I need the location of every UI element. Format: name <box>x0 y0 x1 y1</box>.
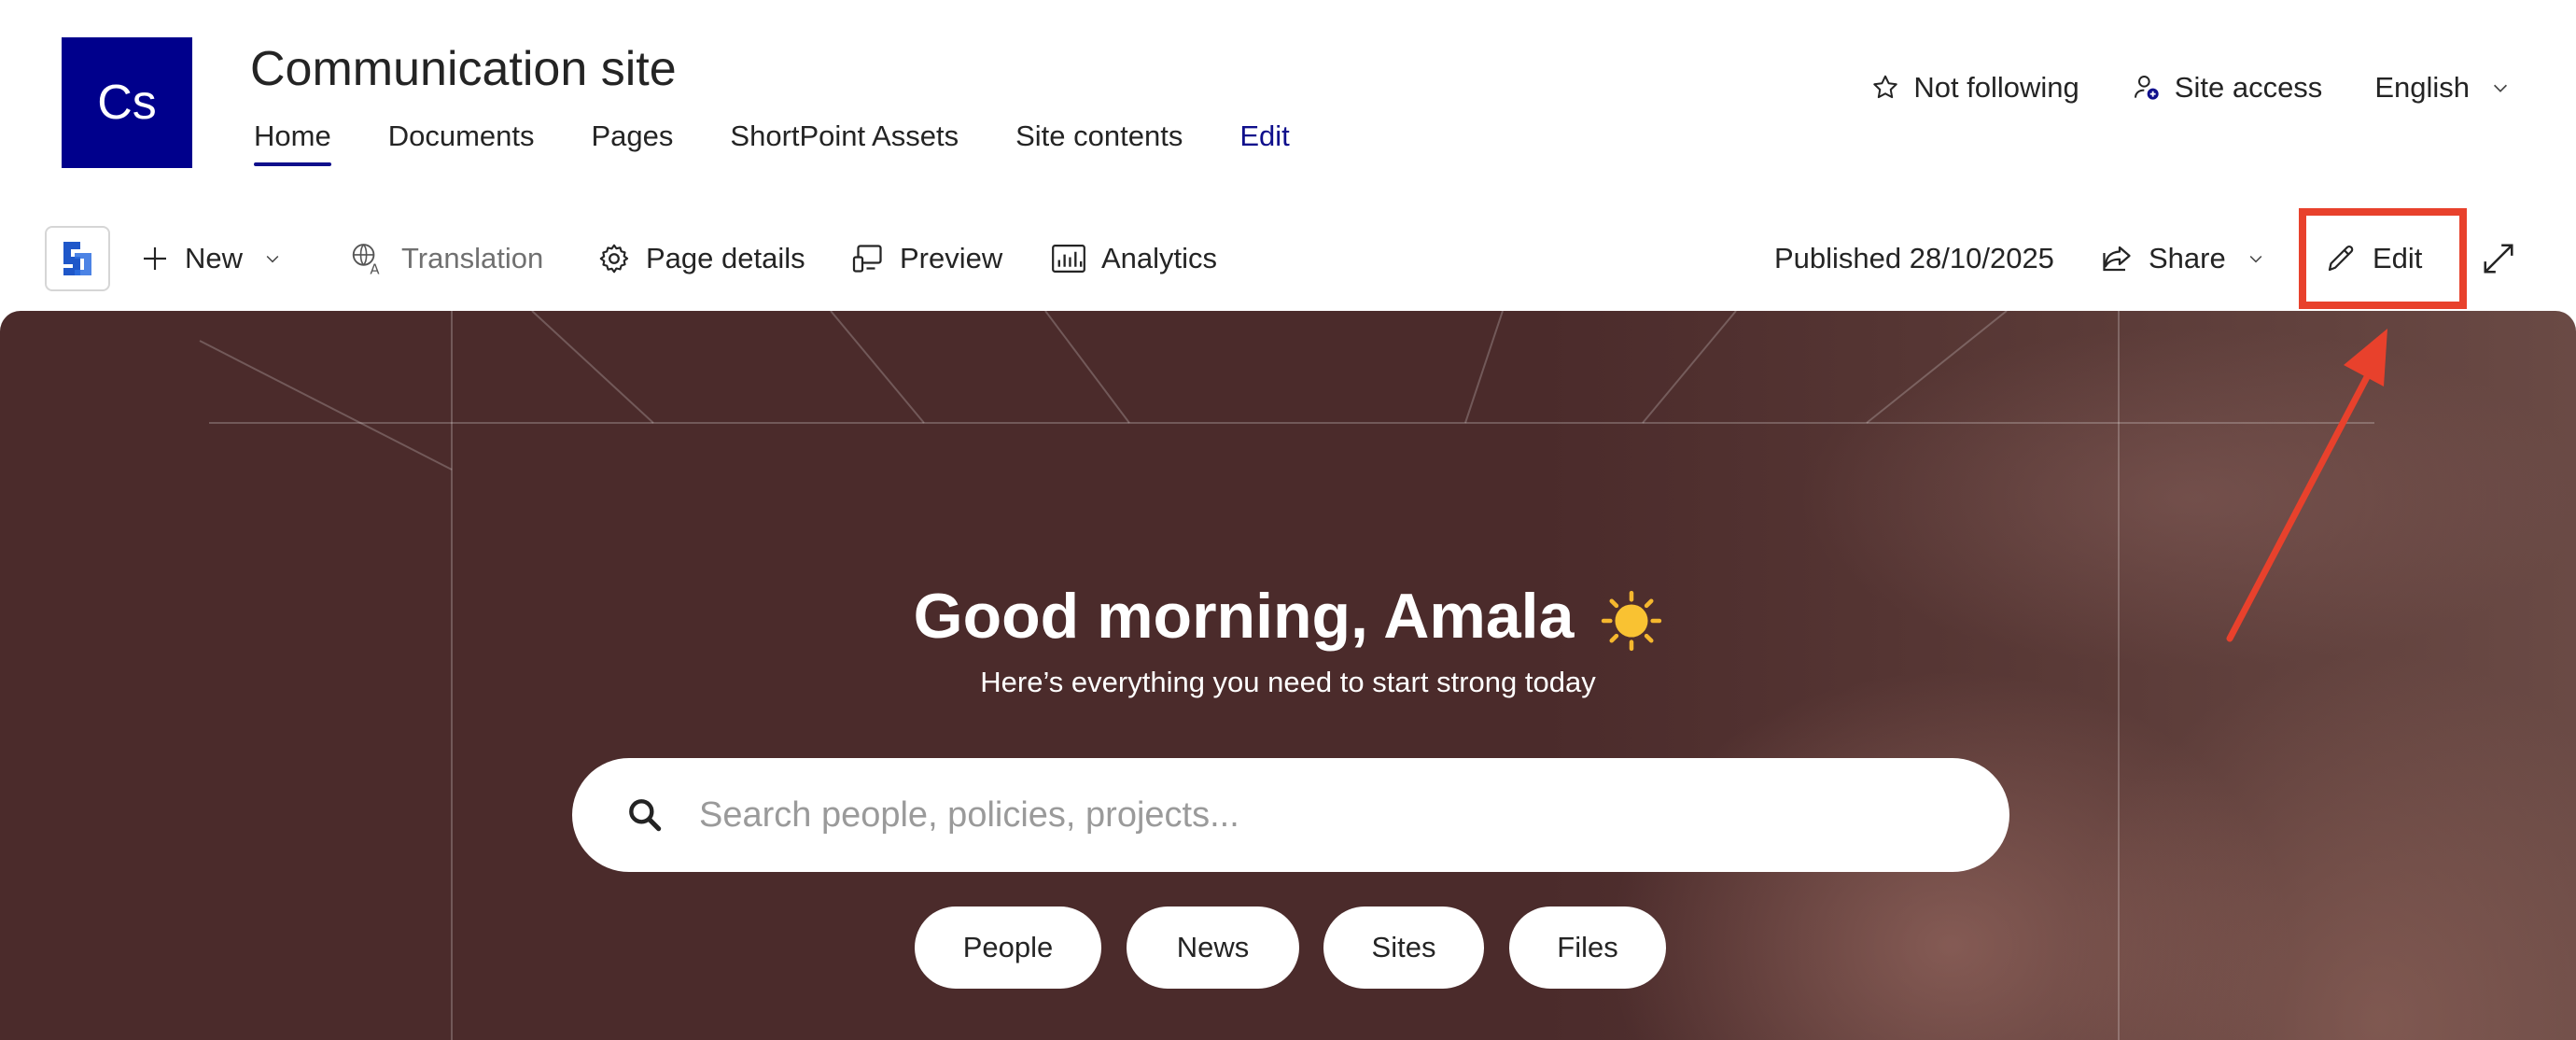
preview-label: Preview <box>900 242 1003 274</box>
shortpoint-logo-icon <box>63 242 91 275</box>
share-icon <box>2103 246 2131 272</box>
star-icon <box>1873 75 1898 99</box>
sun-icon <box>1602 590 1662 652</box>
people-settings-icon <box>2134 76 2159 100</box>
new-label: New <box>185 242 244 274</box>
hero-search-box[interactable] <box>572 758 2009 872</box>
greeting-text: Good morning, Amala <box>913 581 1575 652</box>
translation-label: Translation <box>401 242 544 274</box>
preview-device-icon <box>852 245 882 273</box>
search-input[interactable] <box>697 794 1914 836</box>
translation-icon: A <box>352 244 380 275</box>
site-logo-text: Cs <box>97 76 157 130</box>
command-bar: New A Translation Page details Preview A… <box>0 224 2576 301</box>
nav-item-home[interactable]: Home <box>254 119 331 166</box>
nav-item-documents[interactable]: Documents <box>388 119 535 166</box>
nav-item-pages[interactable]: Pages <box>592 119 674 166</box>
chip-people[interactable]: People <box>915 906 1101 989</box>
published-label: Published 28/10/2025 <box>1774 242 2054 274</box>
edit-highlight-box <box>2299 208 2467 309</box>
new-button[interactable]: New <box>140 224 297 293</box>
chevron-down-icon <box>266 255 279 263</box>
nav-item-site-contents[interactable]: Site contents <box>1015 119 1183 166</box>
language-selector[interactable]: English <box>2374 71 2511 105</box>
nav-item-shortpoint-assets[interactable]: ShortPoint Assets <box>730 119 959 166</box>
published-status: Published 28/10/2025 <box>1774 224 2054 293</box>
site-access-label: Site access <box>2174 71 2323 104</box>
svg-text:A: A <box>370 260 380 275</box>
language-label: English <box>2374 71 2470 104</box>
nav-edit-link[interactable]: Edit <box>1239 119 1289 166</box>
gear-icon <box>599 244 629 274</box>
chip-files[interactable]: Files <box>1509 906 1666 989</box>
plus-icon <box>144 247 166 270</box>
share-label: Share <box>2149 242 2226 274</box>
chip-sites[interactable]: Sites <box>1323 906 1484 989</box>
chevron-down-icon <box>2249 255 2262 263</box>
shortpoint-app-button[interactable] <box>45 226 110 291</box>
preview-button[interactable]: Preview <box>851 224 1002 293</box>
site-logo[interactable]: Cs <box>62 37 192 168</box>
analytics-button[interactable]: Analytics <box>1051 224 1217 293</box>
translation-button[interactable]: A Translation <box>351 224 543 293</box>
chevron-down-icon <box>2493 84 2508 92</box>
chip-news[interactable]: News <box>1127 906 1299 989</box>
page-details-label: Page details <box>646 242 805 274</box>
page-details-button[interactable]: Page details <box>597 224 805 293</box>
expand-button[interactable] <box>2481 224 2531 293</box>
expand-icon <box>2484 244 2513 274</box>
site-navigation: Home Documents Pages ShortPoint Assets S… <box>254 119 1347 166</box>
follow-label: Not following <box>1913 71 2079 104</box>
search-icon <box>629 799 662 832</box>
share-button[interactable]: Share <box>2100 224 2280 293</box>
hero-subtitle: Here’s everything you need to start stro… <box>980 666 1596 698</box>
site-title[interactable]: Communication site <box>250 41 677 97</box>
hero-banner: Good morning, Amala Here’s everything yo… <box>0 311 2576 1040</box>
header-actions: Not following Site access English <box>1818 71 2511 105</box>
follow-button[interactable]: Not following <box>1870 71 2079 105</box>
analytics-label: Analytics <box>1101 242 1218 274</box>
analytics-chart-icon <box>1052 245 1085 273</box>
site-access-button[interactable]: Site access <box>2132 71 2323 105</box>
greeting-heading: Good morning, Amala <box>0 580 2576 653</box>
